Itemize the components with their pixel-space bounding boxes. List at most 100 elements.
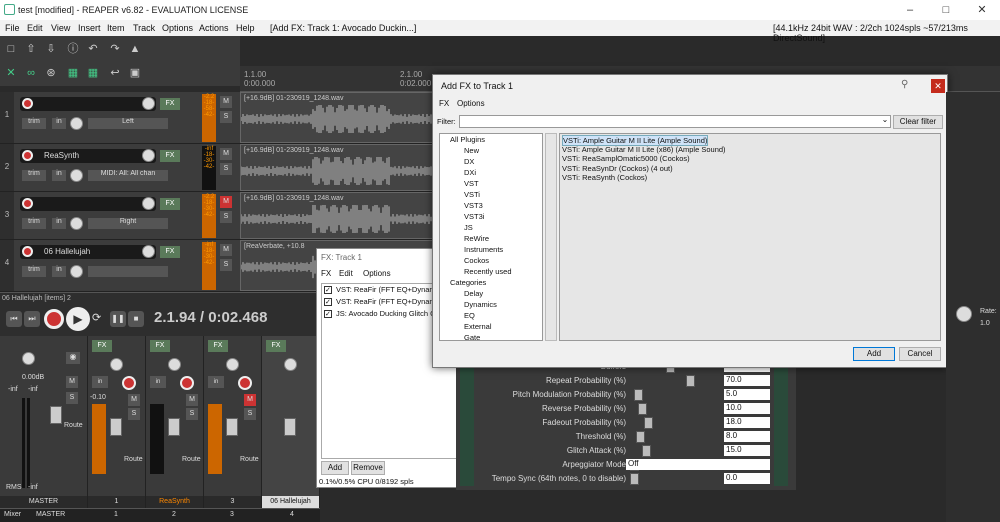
strip-fader[interactable]: [168, 418, 180, 436]
track-3[interactable]: 3 FX trim in Right -2.2 -18- -30- -42- M…: [0, 192, 240, 240]
filter-input[interactable]: [459, 115, 891, 128]
param-slider[interactable]: [630, 375, 720, 387]
plugin-list-item[interactable]: VSTi: Ample Guitar M II Lite (x86) (Ampl…: [562, 145, 726, 154]
track-input-button[interactable]: in: [52, 266, 66, 277]
strip-mute-button[interactable]: M: [186, 394, 198, 406]
dialog-menu-fx[interactable]: FX: [439, 99, 449, 108]
track-input-button[interactable]: in: [52, 170, 66, 181]
loop-icon[interactable]: ⟳: [92, 311, 106, 327]
rms-label[interactable]: RMS: [6, 484, 22, 491]
snap-icon[interactable]: ⊛: [44, 66, 58, 80]
strip-mute-button[interactable]: M: [128, 394, 140, 406]
track-fx-button[interactable]: FX: [160, 98, 180, 110]
dialog-menu-options[interactable]: Options: [457, 99, 485, 108]
param-slider[interactable]: [630, 389, 720, 401]
transport-time[interactable]: 2.1.94 / 0:02.468: [154, 309, 267, 326]
project-settings-icon[interactable]: ⓘ: [66, 42, 80, 56]
track-solo-button[interactable]: S: [220, 163, 232, 175]
tree-item[interactable]: VSTi: [464, 190, 480, 199]
param-slider-thumb[interactable]: [636, 431, 645, 443]
fx-enable-checkbox[interactable]: ✓: [324, 310, 332, 318]
plugin-list-item[interactable]: VSTi: ReaSynDr (Cockos) (4 out): [562, 164, 673, 173]
param-slider[interactable]: [630, 445, 720, 457]
fx-chain-menu-fx[interactable]: FX: [321, 269, 331, 278]
fx-chain-menu-options[interactable]: Options: [363, 269, 391, 278]
tree-item[interactable]: DXi: [464, 168, 476, 177]
redo-icon[interactable]: ↷: [108, 42, 122, 56]
track-name[interactable]: [20, 97, 156, 111]
master-fader[interactable]: [50, 406, 62, 424]
tree-item[interactable]: JS: [464, 223, 473, 232]
param-value[interactable]: 5.0: [724, 389, 770, 400]
strip-input-button[interactable]: in: [150, 376, 166, 388]
master-solo-button[interactable]: S: [66, 392, 78, 404]
param-slider[interactable]: [630, 403, 720, 415]
track-name[interactable]: ReaSynth: [20, 149, 156, 163]
auto-crossfade-icon[interactable]: ▦: [86, 66, 100, 80]
track-fx-button[interactable]: FX: [160, 150, 180, 162]
menu-view[interactable]: View: [51, 23, 70, 33]
item-grouping-icon[interactable]: ▦: [66, 66, 80, 80]
tree-item[interactable]: VST3i: [464, 212, 484, 221]
save-project-icon[interactable]: ⇩: [44, 42, 58, 56]
param-slider[interactable]: [630, 431, 720, 443]
track-arm-button[interactable]: [22, 98, 33, 109]
menu-actions[interactable]: Actions: [199, 23, 229, 33]
ripple-icon[interactable]: ∞: [24, 66, 38, 80]
strip-pan-knob[interactable]: [226, 358, 239, 371]
undo-icon[interactable]: ↶: [86, 42, 100, 56]
menu-edit[interactable]: Edit: [27, 23, 43, 33]
track-volume-knob[interactable]: [142, 197, 155, 210]
strip-fader[interactable]: [226, 418, 238, 436]
fx-add-button[interactable]: Add: [321, 461, 349, 475]
param-value[interactable]: Off: [626, 459, 770, 470]
record-button[interactable]: [44, 309, 64, 329]
strip-input-button[interactable]: in: [92, 376, 108, 388]
tree-item[interactable]: VST3: [464, 201, 483, 210]
media-item[interactable]: [+16.9dB] 01-230919_1248.wav: [240, 92, 450, 143]
param-slider[interactable]: [630, 417, 720, 429]
param-slider-thumb[interactable]: [630, 473, 639, 485]
strip-pan-knob[interactable]: [168, 358, 181, 371]
param-slider-thumb[interactable]: [634, 389, 643, 401]
track-pan-knob[interactable]: [70, 169, 83, 182]
cancel-button[interactable]: Cancel: [899, 347, 941, 361]
track-trim-button[interactable]: trim: [22, 218, 46, 229]
strip-fx-button[interactable]: FX: [266, 340, 286, 352]
pin-icon[interactable]: ⚲: [901, 79, 913, 91]
strip-route-label[interactable]: Route: [124, 456, 143, 463]
menu-file[interactable]: File: [5, 23, 20, 33]
track-fx-button[interactable]: FX: [160, 246, 180, 258]
menu-item[interactable]: Item: [107, 23, 125, 33]
track-pan-readout[interactable]: MIDI: All: All chan: [88, 170, 168, 181]
tree-item[interactable]: Instruments: [464, 245, 503, 254]
strip-pan-knob[interactable]: [284, 358, 297, 371]
rate-knob[interactable]: [956, 306, 972, 322]
audio-status[interactable]: [44.1kHz 24bit WAV : 2/2ch 1024spls ~57/…: [773, 23, 1000, 43]
track-volume-knob[interactable]: [142, 149, 155, 162]
track-trim-button[interactable]: trim: [22, 266, 46, 277]
track-solo-button[interactable]: S: [220, 211, 232, 223]
param-value[interactable]: 70.0: [724, 375, 770, 386]
strip-mute-button[interactable]: M: [244, 394, 256, 406]
track-solo-button[interactable]: S: [220, 111, 232, 123]
tree-item[interactable]: ReWire: [464, 234, 489, 243]
tree-item[interactable]: Delay: [464, 289, 483, 298]
chevron-down-icon[interactable]: ⌄: [879, 115, 891, 128]
track-mute-button[interactable]: M: [220, 96, 232, 108]
strip-arm-button[interactable]: [180, 376, 194, 390]
track-4[interactable]: 4 06 Hallelujah FX trim in -inf -18- -30…: [0, 240, 240, 292]
strip-solo-button[interactable]: S: [244, 408, 256, 420]
strip-fader[interactable]: [110, 418, 122, 436]
param-slider-thumb[interactable]: [638, 403, 647, 415]
param-slider[interactable]: [630, 473, 720, 485]
track-arm-button[interactable]: [22, 150, 33, 161]
strip-input-button[interactable]: in: [208, 376, 224, 388]
track-volume-knob[interactable]: [142, 97, 155, 110]
master-route-label[interactable]: Route: [64, 422, 83, 429]
tree-item[interactable]: DX: [464, 157, 474, 166]
tree-item[interactable]: New: [464, 146, 479, 155]
fx-chain-item[interactable]: VST: ReaFir (FFT EQ+Dynami: [336, 285, 437, 294]
track-fx-button[interactable]: FX: [160, 198, 180, 210]
tree-item[interactable]: External: [464, 322, 492, 331]
